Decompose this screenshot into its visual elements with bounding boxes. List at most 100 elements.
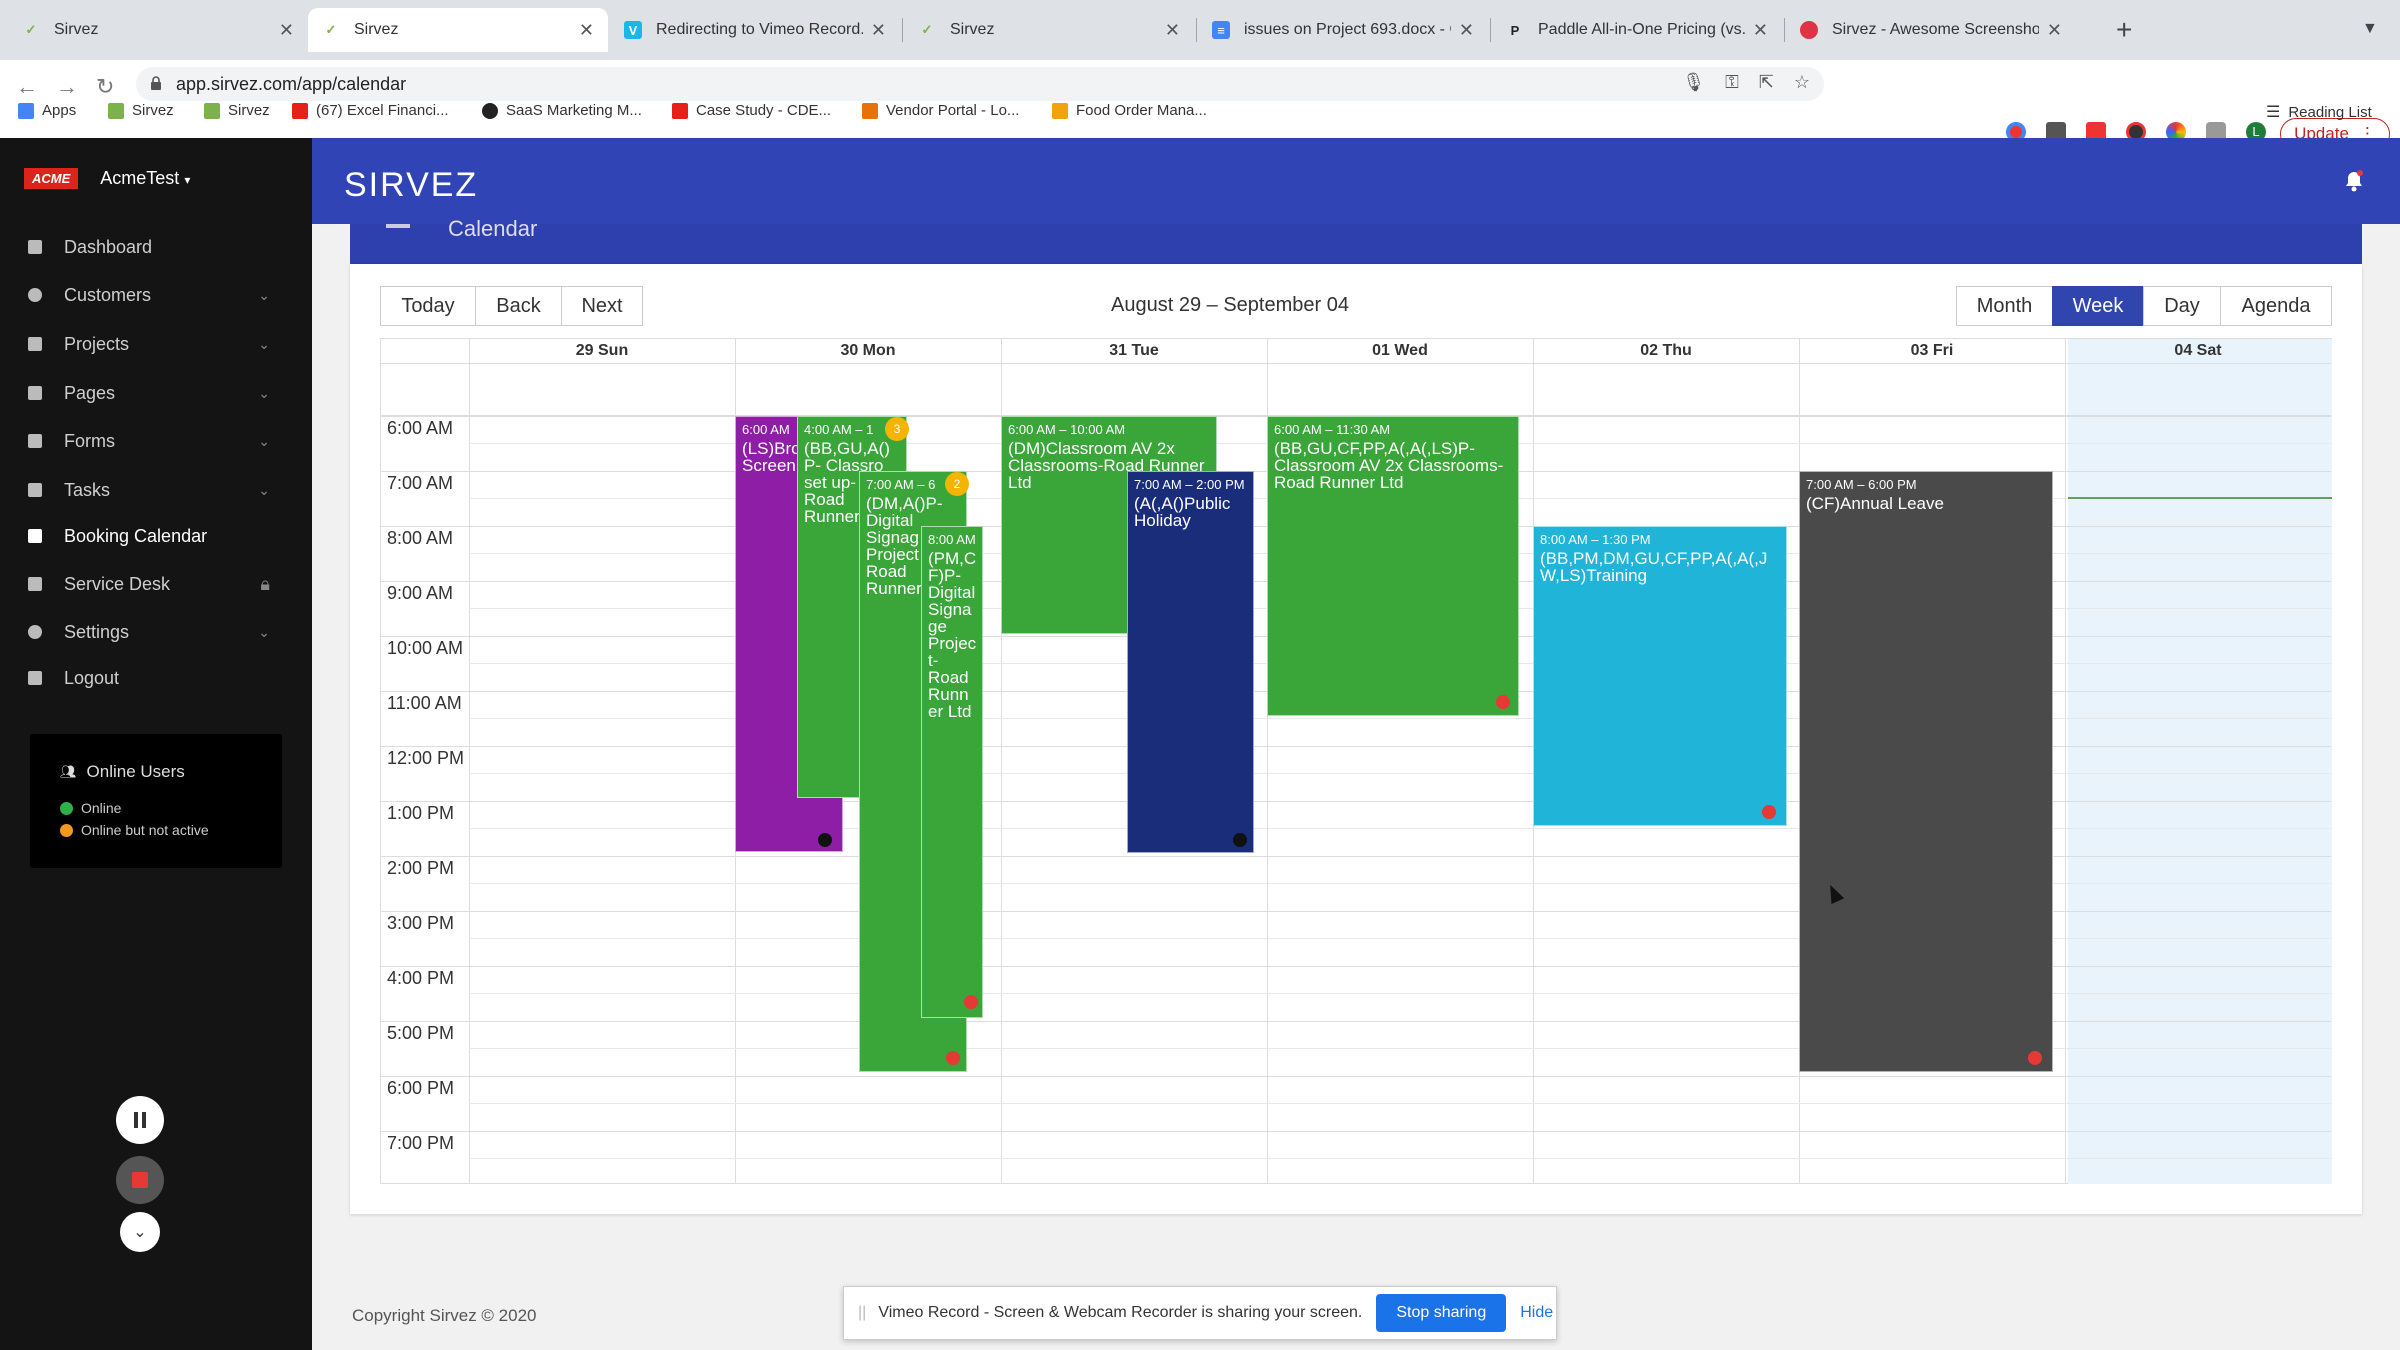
close-tab-icon[interactable]: ✕ [871, 20, 886, 41]
month-view-button[interactable]: Month [1956, 286, 2053, 326]
bookmark-label: SaaS Marketing M... [506, 102, 642, 119]
bookmark[interactable]: Food Order Mana... [1052, 102, 1207, 119]
new-tab-icon[interactable]: + [2116, 14, 2132, 46]
sidebar-item-dashboard[interactable]: Dashboard [0, 227, 312, 267]
menu-icon[interactable] [386, 224, 410, 228]
day-header[interactable]: 02 Thu [1533, 339, 1799, 363]
sidebar-item-settings[interactable]: Settings ⌄ [0, 612, 312, 652]
close-tab-icon[interactable]: ✕ [1459, 20, 1474, 41]
bookmark[interactable]: SaaS Marketing M... [482, 102, 642, 119]
service-desk-icon [28, 577, 42, 591]
browser-tab[interactable]: ✓ Sirvez ✕ [904, 8, 1194, 52]
sidebar-item-forms[interactable]: Forms ⌄ [0, 421, 312, 461]
stop-sharing-button[interactable]: Stop sharing [1376, 1294, 1507, 1332]
sidebar-item-booking-calendar[interactable]: Booking Calendar [0, 516, 312, 556]
time-slot-label: 6:00 AM [387, 418, 454, 438]
day-header[interactable]: 30 Mon [735, 339, 1001, 363]
tasks-icon [28, 483, 42, 497]
status-dot [818, 833, 832, 847]
browser-tab[interactable]: V Redirecting to Vimeo Record... ✕ [610, 8, 900, 52]
browser-tab-active[interactable]: ✓ Sirvez ✕ [308, 8, 608, 52]
legend-online: Online [60, 800, 252, 816]
sidebar-item-customers[interactable]: Customers ⌄ [0, 275, 312, 315]
sidebar-item-pages[interactable]: Pages ⌄ [0, 373, 312, 413]
close-tab-icon[interactable]: ✕ [1165, 20, 1180, 41]
reading-list[interactable]: ☰ Reading List [2266, 102, 2372, 122]
browser-tab[interactable]: P Paddle All-in-One Pricing (vs. I ✕ [1492, 8, 1782, 52]
back-button[interactable]: Back [475, 286, 562, 326]
microphone-icon[interactable]: 🎙 [1682, 72, 1705, 93]
bookmark[interactable]: Sirvez [204, 102, 270, 119]
bookmark[interactable]: (67) Excel Financi... [292, 102, 449, 119]
day-header[interactable]: 04 Sat [2065, 339, 2331, 363]
week-view-button[interactable]: Week [2052, 286, 2144, 326]
sidebar-item-tasks[interactable]: Tasks ⌄ [0, 470, 312, 510]
tab-search-icon[interactable]: ▼ [2362, 20, 2378, 38]
bookmark[interactable]: Vendor Portal - Lo... [862, 102, 1019, 119]
url-text: app.sirvez.com/app/calendar [176, 73, 407, 94]
collapse-recorder-button[interactable]: ⌄ [120, 1212, 160, 1252]
agenda-view-button[interactable]: Agenda [2220, 286, 2332, 326]
tab-title: Sirvez - Awesome Screenshot [1832, 21, 2039, 38]
day-header[interactable]: 29 Sun [469, 339, 735, 363]
calendar-event[interactable]: 8:00 AM – 1:30 PM (BB,PM,DM,GU,CF,PP,A(,A… [1533, 526, 1787, 826]
day-header[interactable]: 31 Tue [1001, 339, 1267, 363]
key-icon[interactable]: ⚿ [1725, 72, 1739, 93]
bookmark-apps[interactable]: Apps [18, 102, 76, 119]
browser-tab[interactable]: ✓ Sirvez ✕ [8, 8, 308, 52]
tab-title: Sirvez [354, 21, 399, 38]
sidebar-item-projects[interactable]: Projects ⌄ [0, 324, 312, 364]
event-time: 6:00 AM – 10:00 AM [1008, 422, 1126, 437]
sidebar-item-label: Pages [64, 382, 116, 403]
page-title-bar: Calendar [350, 216, 2362, 264]
browser-tab[interactable]: ≡ issues on Project 693.docx - G ✕ [1198, 8, 1488, 52]
org-switcher[interactable]: ACME AcmeTest ▾ [24, 168, 190, 189]
pause-recording-button[interactable] [116, 1096, 164, 1144]
day-header[interactable]: 01 Wed [1267, 339, 1533, 363]
hide-button[interactable]: Hide [1520, 1304, 1553, 1322]
bookmark[interactable]: Sirvez [108, 102, 174, 119]
chevron-down-icon: ⌄ [258, 623, 270, 640]
calendar-event[interactable]: 6:00 AM – 11:30 AM (BB,GU,CF,PP,A(,A(,LS)… [1267, 416, 1519, 716]
sidebar-item-logout[interactable]: Logout [0, 658, 312, 698]
star-icon[interactable]: ☆ [1794, 72, 1810, 93]
bell-icon[interactable] [2344, 170, 2364, 192]
bookmark[interactable]: Case Study - CDE... [672, 102, 831, 119]
day-view-button[interactable]: Day [2143, 286, 2221, 326]
close-tab-icon[interactable]: ✕ [2047, 20, 2062, 41]
status-dot [1762, 805, 1776, 819]
status-dot [946, 1051, 960, 1065]
close-tab-icon[interactable]: ✕ [279, 20, 294, 41]
event-count-badge[interactable]: 2 [945, 472, 969, 496]
status-dot [1496, 695, 1510, 709]
browser-tab[interactable]: Sirvez - Awesome Screenshot ✕ [1786, 8, 2076, 52]
close-tab-icon[interactable]: ✕ [579, 20, 594, 41]
today-button[interactable]: Today [380, 286, 476, 326]
forward-arrow-icon[interactable]: → [56, 74, 78, 100]
drag-handle-icon[interactable]: || [858, 1304, 866, 1322]
back-arrow-icon[interactable]: ← [16, 74, 38, 100]
reload-icon[interactable]: ↻ [96, 74, 114, 100]
calendar-event[interactable]: 7:00 AM – 6:00 PM (CF)Annual Leave [1799, 471, 2053, 1072]
calendar-event[interactable]: 8:00 AM (PM,C F)P- Digital Signa ge Proje… [921, 526, 983, 1018]
reading-list-label: Reading List [2288, 103, 2372, 121]
paddle-favicon-icon: P [1510, 22, 1520, 38]
address-bar[interactable]: app.sirvez.com/app/calendar 🎙 ⚿ ⇱ ☆ [136, 67, 1824, 101]
inactive-dot-icon [60, 823, 73, 837]
screen-share-bar: || Vimeo Record - Screen & Webcam Record… [843, 1286, 1557, 1340]
calendar-event[interactable]: 7:00 AM – 2:00 PM (A(,A()Public Holiday [1127, 471, 1254, 853]
time-slot-label: 9:00 AM [387, 583, 454, 603]
sidebar-item-label: Projects [64, 333, 130, 354]
time-slot-label: 8:00 AM [387, 528, 454, 548]
lock-icon [151, 76, 161, 90]
next-button[interactable]: Next [561, 286, 643, 326]
share-icon[interactable]: ⇱ [1759, 72, 1774, 93]
browser-tab-strip: ✓ Sirvez ✕ ✓ Sirvez ✕ V Redirecting to V… [0, 0, 2400, 60]
day-header[interactable]: 03 Fri [1799, 339, 2065, 363]
event-count-badge[interactable]: 3 [885, 417, 909, 441]
legend-label: Online but not active [81, 822, 209, 838]
event-title: (CF)Annual Leave [1806, 494, 1944, 513]
stop-recording-button[interactable] [116, 1156, 164, 1204]
sidebar-item-service-desk[interactable]: Service Desk 🔒︎ [0, 564, 312, 604]
close-tab-icon[interactable]: ✕ [1753, 20, 1768, 41]
